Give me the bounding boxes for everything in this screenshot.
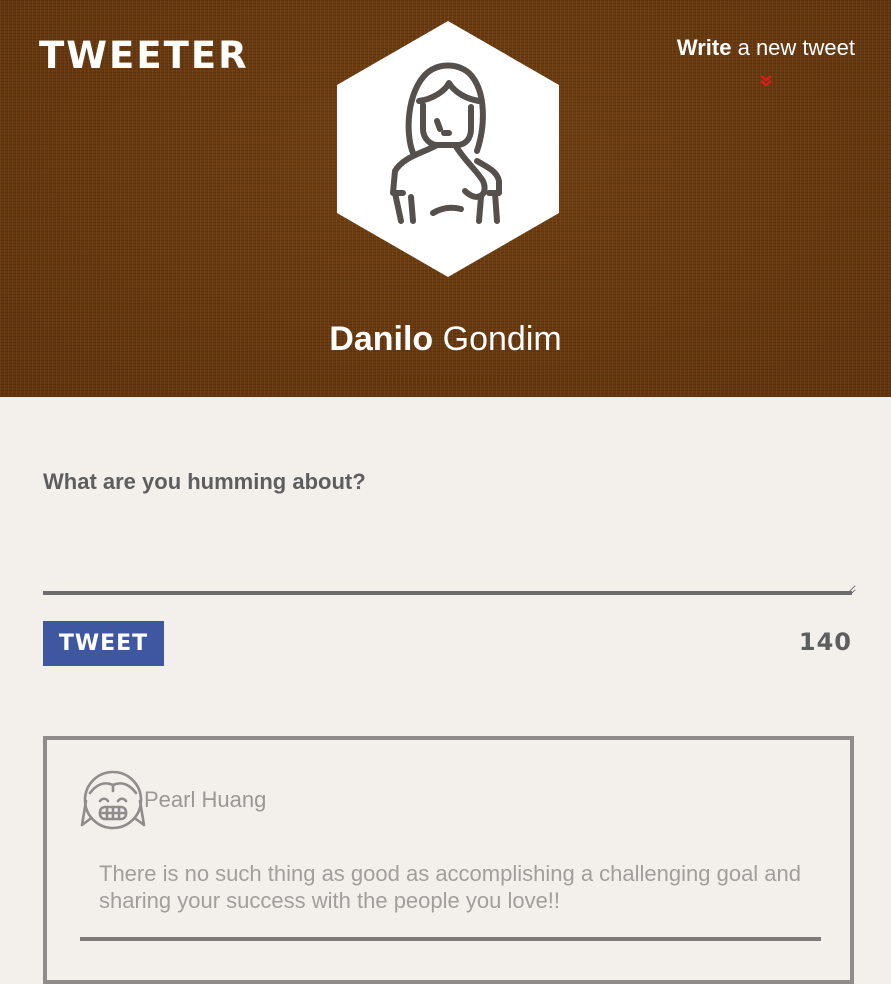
tweet-content: There is no such thing as good as accomp… bbox=[99, 861, 802, 913]
tweet-textarea[interactable] bbox=[43, 510, 856, 594]
girl-avatar-icon bbox=[80, 770, 146, 830]
profile-avatar bbox=[337, 21, 559, 277]
profile-first-name: Danilo bbox=[329, 320, 434, 358]
compose-label: What are you humming about? bbox=[43, 469, 366, 494]
write-new-tweet-link[interactable]: Write a new tweet bbox=[677, 34, 855, 62]
tweet-button[interactable]: TWEET bbox=[43, 621, 164, 666]
compose-underline bbox=[43, 591, 852, 595]
tweet-card: Pearl Huang There is no such thing as go… bbox=[43, 736, 854, 984]
tweet-author: Pearl Huang bbox=[144, 787, 267, 812]
write-link-text: a new tweet bbox=[731, 35, 855, 60]
profile-name: Danilo Gondim bbox=[0, 318, 891, 360]
profile-last-name: Gondim bbox=[442, 320, 562, 358]
profile-header: TWEETER Write a new tweet Danilo Gondim bbox=[0, 0, 891, 397]
app-logo[interactable]: TWEETER bbox=[39, 36, 249, 76]
write-link-bold: Write bbox=[676, 35, 732, 60]
char-counter: 140 bbox=[798, 628, 852, 656]
tweet-divider bbox=[80, 937, 821, 941]
double-chevron-down-icon[interactable] bbox=[759, 74, 773, 88]
